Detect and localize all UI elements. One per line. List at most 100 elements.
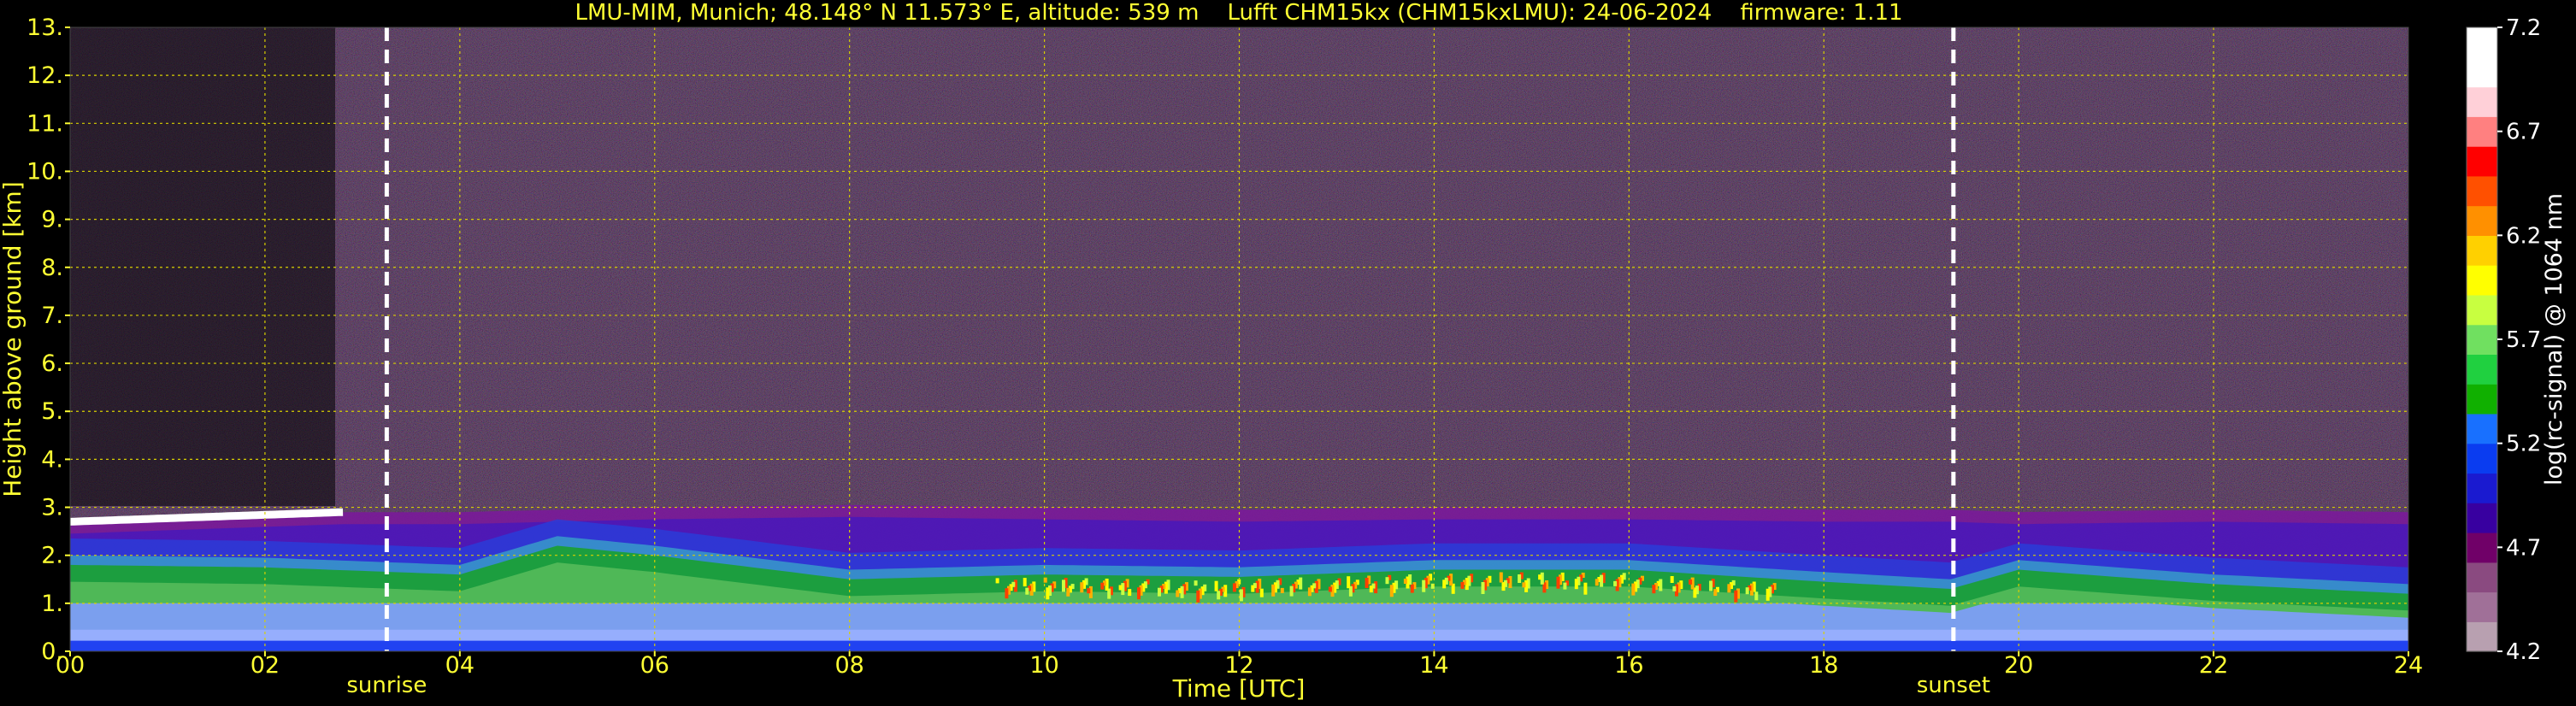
- sunrise-label: sunrise: [346, 673, 427, 698]
- y-tick-label: 5.: [41, 398, 63, 425]
- pbl-speckle: [1158, 587, 1161, 597]
- pbl-speckle: [1713, 589, 1718, 597]
- colorbar-swatch: [2467, 324, 2497, 355]
- pbl-speckle: [1365, 578, 1369, 588]
- x-tick-label: 24: [2394, 652, 2423, 679]
- pbl-speckle: [1259, 588, 1264, 597]
- colorbar-tick-label: 4.7: [2506, 535, 2541, 561]
- pbl-speckle: [1538, 574, 1542, 580]
- pbl-speckle: [1100, 582, 1105, 590]
- x-tick-label: 14: [1419, 652, 1448, 679]
- pbl-speckle: [1217, 591, 1221, 600]
- pbl-speckle: [1595, 579, 1599, 586]
- pbl-speckle: [1574, 579, 1578, 590]
- colorbar-swatch: [2467, 503, 2497, 533]
- pbl-speckle: [1062, 580, 1065, 592]
- pbl-speckle: [1232, 583, 1236, 592]
- colorbar-tick-label: 6.2: [2506, 223, 2541, 249]
- pbl-speckle: [1280, 587, 1284, 593]
- y-tick-label: 1.: [41, 591, 63, 617]
- colorbar-swatch: [2467, 175, 2497, 207]
- pbl-speckle: [1422, 580, 1426, 592]
- pbl-speckle: [1499, 572, 1503, 583]
- pbl-speckle: [1672, 585, 1677, 591]
- colorbar-swatches: [2466, 26, 2498, 652]
- pbl-speckle: [1745, 587, 1749, 595]
- annotation-labels: sunrise sunset: [346, 673, 1990, 698]
- colorbar-swatch: [2467, 205, 2497, 236]
- colorbar-label: log(rc-signal) @ 1064 nm: [2541, 193, 2567, 485]
- pbl-speckle: [1328, 586, 1332, 592]
- colorbar-ticks: 4.2 4.7 5.2 5.7 6.2 6.7 7.2: [2497, 15, 2541, 665]
- pbl-speckle: [1214, 580, 1218, 591]
- colorbar-swatch: [2467, 591, 2497, 622]
- x-tick-label: 06: [640, 652, 669, 679]
- pbl-speckle: [1307, 587, 1312, 597]
- pbl-speckle: [1271, 584, 1276, 597]
- pbl-speckle: [1194, 580, 1198, 586]
- pbl-speckle: [1347, 576, 1351, 589]
- colorbar: 4.2 4.7 5.2 5.7 6.2 6.7 7.2 log(rc-signal) @ 1…: [2466, 15, 2567, 665]
- pbl-speckle: [1023, 578, 1027, 587]
- colorbar-tick-label: 5.2: [2506, 432, 2541, 457]
- pbl-speckle: [1046, 587, 1050, 600]
- pbl-speckle: [1025, 587, 1029, 595]
- night-dark-region: [70, 27, 335, 506]
- pbl-speckle: [1556, 576, 1560, 589]
- colorbar-swatch: [2467, 294, 2497, 326]
- colorbar-swatch: [2467, 86, 2497, 117]
- colorbar-swatch: [2467, 354, 2497, 385]
- y-tick-label: 12.: [27, 62, 63, 89]
- colorbar-swatch: [2467, 384, 2497, 415]
- pbl-speckle: [1631, 583, 1636, 596]
- sunset-label: sunset: [1917, 673, 1990, 698]
- pbl-speckle: [1087, 588, 1091, 594]
- y-tick-label: 6.: [41, 350, 63, 377]
- pbl-speckle: [1410, 584, 1414, 593]
- pbl-speckle: [1289, 585, 1294, 597]
- pbl-speckle: [1522, 582, 1526, 588]
- colorbar-tick-label: 5.7: [2506, 327, 2541, 353]
- colorbar-swatch: [2467, 116, 2497, 147]
- colorbar-swatch: [2467, 443, 2497, 474]
- pbl-speckle: [1403, 579, 1407, 584]
- y-tick-label: 13.: [27, 15, 63, 41]
- chart-title: LMU-MIM, Munich; 48.148° N 11.573° E, al…: [575, 0, 1902, 26]
- y-tick-label: 7.: [41, 303, 63, 329]
- y-axis-ticks: 0. 1. 2. 3. 4. 5. 6. 7. 8. 9. 10. 11. 12. 13.: [27, 15, 70, 665]
- pbl-speckle: [1583, 582, 1588, 595]
- pbl-speckle: [1251, 585, 1255, 592]
- pbl-speckle: [1128, 589, 1132, 597]
- pbl-speckle: [1118, 585, 1123, 591]
- ceilometer-chart: LMU-MIM, Munich; 48.148° N 11.573° E, al…: [0, 0, 2567, 703]
- y-tick-label: 11.: [27, 110, 63, 137]
- colorbar-swatch: [2467, 413, 2497, 444]
- colorbar-tick-label: 4.2: [2506, 639, 2541, 665]
- pbl-speckle: [1754, 591, 1759, 601]
- colorbar-tick-label: 6.7: [2506, 120, 2541, 145]
- x-tick-label: 20: [2004, 652, 2033, 679]
- pbl-speckle: [1369, 585, 1373, 593]
- pbl-speckle: [1481, 582, 1485, 594]
- y-axis-label: Height above ground [km]: [0, 181, 27, 497]
- y-tick-label: 2.: [41, 543, 63, 569]
- pbl-speckle: [1239, 589, 1243, 602]
- colorbar-swatch: [2467, 265, 2497, 296]
- y-tick-label: 9.: [41, 207, 63, 233]
- x-axis-label: Time [UTC]: [1172, 674, 1306, 703]
- pbl-speckle: [1176, 590, 1180, 597]
- pbl-speckle: [1389, 585, 1394, 597]
- pbl-speckle: [1765, 588, 1770, 601]
- x-tick-label: 16: [1614, 652, 1643, 679]
- colorbar-tick-label: 7.2: [2506, 15, 2541, 41]
- colorbar-swatch: [2467, 56, 2497, 88]
- pbl-speckle: [1563, 582, 1567, 590]
- pbl-speckle: [1460, 581, 1465, 589]
- pbl-speckle: [1518, 574, 1522, 583]
- pbl-speckle: [1709, 580, 1713, 591]
- pbl-speckle: [1689, 579, 1693, 585]
- pbl-speckle: [1385, 577, 1389, 585]
- x-tick-label: 04: [445, 652, 475, 679]
- x-tick-label: 10: [1029, 652, 1058, 679]
- pbl-speckle: [1734, 590, 1738, 603]
